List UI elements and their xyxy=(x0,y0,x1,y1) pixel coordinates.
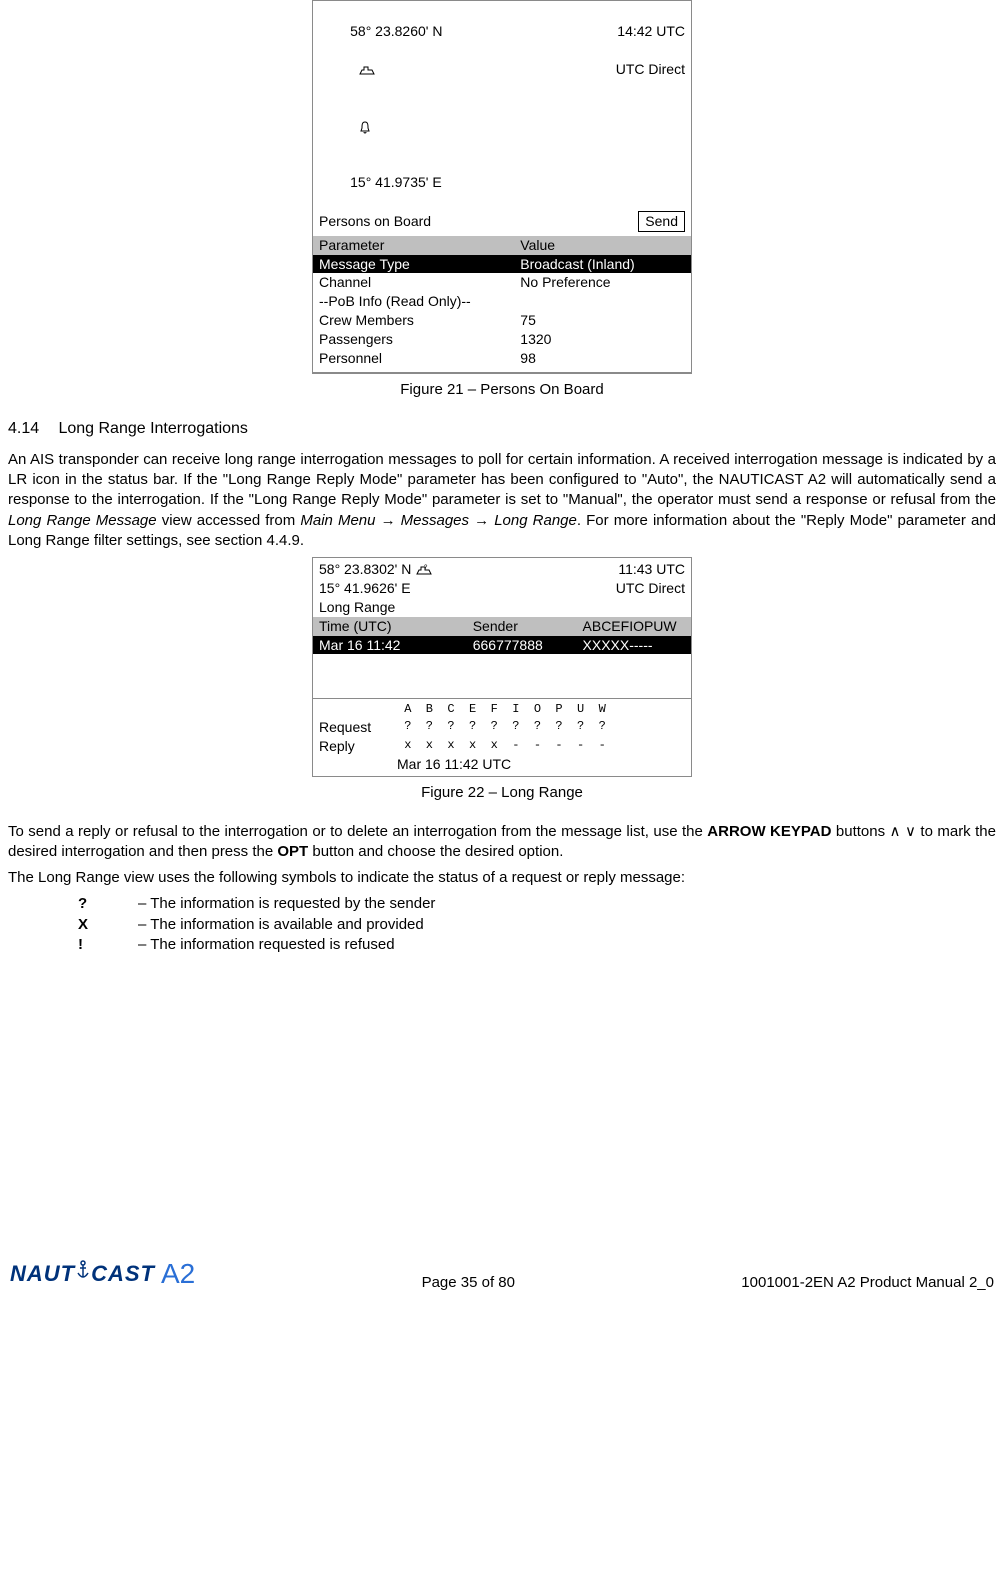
table-row-selected: Message Type Broadcast (Inland) xyxy=(313,255,691,274)
paragraph-instructions: To send a reply or refusal to the interr… xyxy=(8,822,996,863)
table-row: Channel No Preference xyxy=(313,273,691,292)
reply-timestamp: Mar 16 11:42 UTC xyxy=(313,755,691,776)
table-row: Passengers 1320 xyxy=(313,330,691,349)
section-number: 4.14 xyxy=(8,418,54,440)
cell-time: Mar 16 11:42 xyxy=(319,636,473,655)
table-header-value: Value xyxy=(520,236,685,255)
text: view accessed from xyxy=(157,512,301,529)
figure-22-screenshot: 58° 23.8302' N ? 15° 41.9626' E 11:43 UT… xyxy=(312,557,692,777)
italic-text: Main Menu → Messages → Long Range xyxy=(300,512,577,529)
cell-sender: 666777888 xyxy=(473,636,583,655)
cell-value xyxy=(520,292,685,311)
paragraph-symbols-intro: The Long Range view uses the following s… xyxy=(8,868,996,888)
symbol-description: – The information requested is refused xyxy=(138,935,395,955)
cell-value: Broadcast (Inland) xyxy=(520,255,685,274)
time-utc: 11:43 UTC xyxy=(618,561,685,577)
symbol-item: ! – The information requested is refused xyxy=(78,935,996,955)
time-utc: 14:42 UTC xyxy=(617,23,685,39)
cell-value: 1320 xyxy=(520,330,685,349)
request-row: Request ? ? ? ? ? ? ? ? ? ? xyxy=(313,718,691,737)
request-label: Request xyxy=(319,718,397,737)
page-footer: NAUT CAST A2 Page 35 of 80 1001001-2EN A… xyxy=(0,1255,1004,1305)
table-row: Crew Members 75 xyxy=(313,311,691,330)
table-row-selected: Mar 16 11:42 666777888 XXXXX----- xyxy=(313,636,691,655)
symbol-description: – The information is requested by the se… xyxy=(138,894,435,914)
bold-text: ARROW KEYPAD xyxy=(707,823,831,840)
send-button[interactable]: Send xyxy=(638,211,685,232)
nauticast-logo: NAUT CAST A2 xyxy=(10,1255,195,1293)
paragraph-intro: An AIS transponder can receive long rang… xyxy=(8,450,996,551)
figure-21-screenshot: 58° 23.8260' N 15° 41.9735' E 14:42 UTC … xyxy=(312,0,692,374)
section-title: Long Range Interrogations xyxy=(58,420,247,437)
screen-title: Persons on Board xyxy=(319,212,638,231)
symbol-item: X – The information is available and pro… xyxy=(78,915,996,935)
request-values: ? ? ? ? ? ? ? ? ? ? xyxy=(397,718,606,737)
italic-text: Long Range Message xyxy=(8,512,157,529)
longitude: 15° 41.9626' E xyxy=(319,580,411,596)
ship-icon xyxy=(319,61,376,96)
cell-param: Passengers xyxy=(319,330,520,349)
screen-title-row: Persons on Board Send xyxy=(313,211,691,236)
table-header-parameter: Parameter xyxy=(319,236,520,255)
header-flags: ABCEFIOPUW xyxy=(583,617,685,636)
section-heading: 4.14 Long Range Interrogations xyxy=(8,418,996,440)
cell-param: --PoB Info (Read Only)-- xyxy=(319,292,520,311)
logo-a2: A2 xyxy=(161,1255,195,1293)
latitude: 58° 23.8260' N xyxy=(350,23,442,39)
logo-cast: CAST xyxy=(91,1259,155,1289)
utc-mode: UTC Direct xyxy=(616,580,685,596)
cell-param: Crew Members xyxy=(319,311,520,330)
cell-param: Channel xyxy=(319,273,520,292)
figure-22-caption: Figure 22 – Long Range xyxy=(8,783,996,803)
table-header: Time (UTC) Sender ABCEFIOPUW xyxy=(313,617,691,636)
letter-row: A B C E F I O P U W xyxy=(313,699,691,717)
symbol-item: ? – The information is requested by the … xyxy=(78,894,996,914)
lr-icon: ? xyxy=(415,561,433,577)
latitude: 58° 23.8302' N xyxy=(319,561,411,577)
header-time: Time (UTC) xyxy=(319,617,473,636)
text: To send a reply or refusal to the interr… xyxy=(8,823,707,840)
text: An AIS transponder can receive long rang… xyxy=(8,451,996,509)
bold-text: OPT xyxy=(277,843,308,860)
symbol: ! xyxy=(78,935,138,955)
anchor-icon xyxy=(75,1259,91,1289)
longitude: 15° 41.9735' E xyxy=(350,174,442,190)
symbol: X xyxy=(78,915,138,935)
blank-area xyxy=(313,654,691,699)
cell-param: Message Type xyxy=(319,255,520,274)
bell-icon xyxy=(319,117,372,152)
reply-row: Reply x x x x x - - - - - xyxy=(313,737,691,756)
page-number: Page 35 of 80 xyxy=(422,1273,515,1293)
header-sender: Sender xyxy=(473,617,583,636)
symbol: ? xyxy=(78,894,138,914)
table-header: Parameter Value xyxy=(313,236,691,255)
table-row: Personnel 98 xyxy=(313,349,691,368)
cell-flags: XXXXX----- xyxy=(583,636,685,655)
logo-naut: NAUT xyxy=(10,1259,75,1289)
symbol-list: ? – The information is requested by the … xyxy=(78,894,996,955)
cell-value: 75 xyxy=(520,311,685,330)
symbol-description: – The information is available and provi… xyxy=(138,915,424,935)
document-id: 1001001-2EN A2 Product Manual 2_0 xyxy=(741,1273,994,1293)
reply-label: Reply xyxy=(319,737,397,756)
cell-value: 98 xyxy=(520,349,685,368)
status-bar: 58° 23.8302' N ? 15° 41.9626' E 11:43 UT… xyxy=(313,558,691,598)
text: button and choose the desired option. xyxy=(308,843,563,860)
reply-values: x x x x x - - - - - xyxy=(397,737,606,756)
cell-value: No Preference xyxy=(520,273,685,292)
screen-title: Long Range xyxy=(313,598,691,617)
figure-21-caption: Figure 21 – Persons On Board xyxy=(8,380,996,400)
table-row: --PoB Info (Read Only)-- xyxy=(313,292,691,311)
cell-param: Personnel xyxy=(319,349,520,368)
utc-mode: UTC Direct xyxy=(616,61,685,77)
status-bar: 58° 23.8260' N 15° 41.9735' E 14:42 UTC … xyxy=(313,1,691,211)
